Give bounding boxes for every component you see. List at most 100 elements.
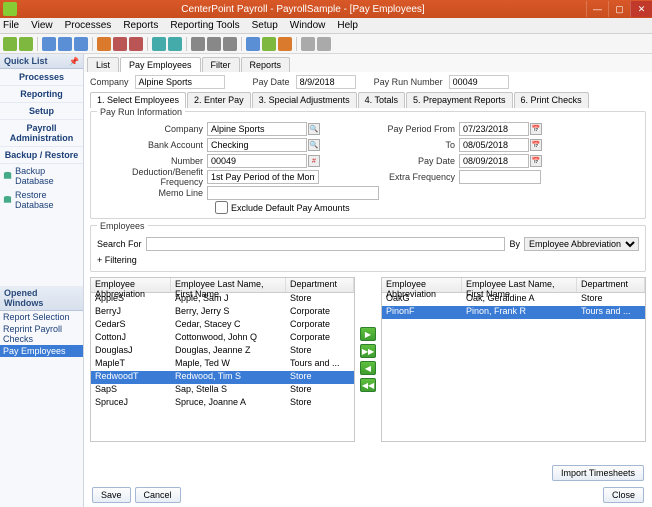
- lookup-icon[interactable]: 🔍: [308, 139, 320, 151]
- calendar-icon[interactable]: 📅: [530, 155, 542, 167]
- backup-database[interactable]: Backup Database: [0, 164, 83, 188]
- wiz-enter-pay[interactable]: 2. Enter Pay: [187, 92, 251, 108]
- table-row[interactable]: DouglasJDouglas, Jeanne ZStore: [91, 345, 354, 358]
- exclude-checkbox[interactable]: [215, 201, 228, 214]
- tab-filter[interactable]: Filter: [202, 57, 240, 72]
- memo-input[interactable]: [207, 186, 379, 200]
- bank-input[interactable]: [207, 138, 307, 152]
- paydate-input[interactable]: [459, 154, 529, 168]
- toolbar-icon[interactable]: [129, 37, 143, 51]
- col-name[interactable]: Employee Last Name, First Name: [171, 278, 286, 292]
- toolbar-icon[interactable]: [58, 37, 72, 51]
- table-row[interactable]: SapSSap, Stella SStore: [91, 384, 354, 397]
- wiz-select-employees[interactable]: 1. Select Employees: [90, 92, 186, 108]
- lookup-icon[interactable]: 🔍: [308, 123, 320, 135]
- toolbar-icon[interactable]: [42, 37, 56, 51]
- tab-list[interactable]: List: [87, 57, 119, 72]
- available-employees-table[interactable]: Employee Abbreviation Employee Last Name…: [90, 277, 355, 442]
- tab-reports[interactable]: Reports: [241, 57, 291, 72]
- opened-window-item[interactable]: Pay Employees: [0, 345, 83, 357]
- table-row[interactable]: AppleSApple, Sam JStore: [91, 293, 354, 306]
- menu-reporting-tools[interactable]: Reporting Tools: [170, 20, 239, 31]
- table-row[interactable]: RedwoodTRedwood, Tim SStore: [91, 371, 354, 384]
- menu-setup[interactable]: Setup: [252, 20, 278, 31]
- table-row[interactable]: MapleTMaple, Ted WTours and ...: [91, 358, 354, 371]
- by-select[interactable]: Employee Abbreviation: [524, 237, 639, 251]
- menu-view[interactable]: View: [31, 20, 53, 31]
- freq-input[interactable]: [207, 170, 319, 184]
- col-dept[interactable]: Department: [577, 278, 645, 292]
- wiz-prepayment-reports[interactable]: 5. Prepayment Reports: [406, 92, 513, 108]
- ql-backup-restore[interactable]: Backup / Restore: [0, 147, 83, 164]
- wiz-print-checks[interactable]: 6. Print Checks: [514, 92, 589, 108]
- to-label: To: [379, 140, 459, 150]
- cancel-button[interactable]: Cancel: [135, 487, 181, 503]
- opened-window-item[interactable]: Report Selection: [0, 311, 83, 323]
- menu-help[interactable]: Help: [337, 20, 358, 31]
- save-button[interactable]: Save: [92, 487, 131, 503]
- restore-database[interactable]: Restore Database: [0, 188, 83, 212]
- toolbar-icon[interactable]: [113, 37, 127, 51]
- wiz-special-adjustments[interactable]: 3. Special Adjustments: [252, 92, 357, 108]
- toolbar-icon[interactable]: [3, 37, 17, 51]
- wiz-totals[interactable]: 4. Totals: [358, 92, 405, 108]
- database-icon: [3, 171, 12, 181]
- menu-reports[interactable]: Reports: [123, 20, 158, 31]
- ql-processes[interactable]: Processes: [0, 69, 83, 86]
- table-row[interactable]: OakGOak, Geraldine AStore: [382, 293, 645, 306]
- search-input[interactable]: [146, 237, 506, 251]
- menu-window[interactable]: Window: [290, 20, 326, 31]
- window-title: CenterPoint Payroll - PayrollSample - [P…: [20, 4, 586, 15]
- table-row[interactable]: BerryJBerry, Jerry SCorporate: [91, 306, 354, 319]
- extra-input[interactable]: [459, 170, 541, 184]
- sequence-icon[interactable]: #: [308, 155, 320, 167]
- toolbar-icon[interactable]: [19, 37, 33, 51]
- ql-setup[interactable]: Setup: [0, 103, 83, 120]
- toolbar-icon[interactable]: [301, 37, 315, 51]
- move-right-button[interactable]: ▶: [360, 327, 376, 341]
- toolbar-icon[interactable]: [278, 37, 292, 51]
- pin-icon[interactable]: 📌: [69, 57, 79, 66]
- toolbar-icon[interactable]: [246, 37, 260, 51]
- close-content-button[interactable]: Close: [603, 487, 644, 503]
- maximize-button[interactable]: ▢: [608, 1, 630, 17]
- menu-file[interactable]: File: [3, 20, 19, 31]
- toolbar-icon[interactable]: [74, 37, 88, 51]
- period-to-input[interactable]: [459, 138, 529, 152]
- col-dept[interactable]: Department: [286, 278, 354, 292]
- table-row[interactable]: SpruceJSpruce, Joanne AStore: [91, 397, 354, 410]
- col-name[interactable]: Employee Last Name, First Name: [462, 278, 577, 292]
- menu-processes[interactable]: Processes: [65, 20, 112, 31]
- ql-reporting[interactable]: Reporting: [0, 86, 83, 103]
- import-timesheets-button[interactable]: Import Timesheets: [552, 465, 644, 481]
- minimize-button[interactable]: —: [586, 1, 608, 17]
- table-row[interactable]: PinonFPinon, Frank RTours and ...: [382, 306, 645, 319]
- move-all-right-button[interactable]: ▶▶: [360, 344, 376, 358]
- move-all-left-button[interactable]: ◀◀: [360, 378, 376, 392]
- toolbar-icon[interactable]: [97, 37, 111, 51]
- company-input[interactable]: [207, 122, 307, 136]
- toolbar-icon[interactable]: [207, 37, 221, 51]
- selected-employees-table[interactable]: Employee Abbreviation Employee Last Name…: [381, 277, 646, 442]
- calendar-icon[interactable]: 📅: [530, 123, 542, 135]
- table-row[interactable]: CottonJCottonwood, John QCorporate: [91, 332, 354, 345]
- app-icon: [3, 2, 17, 16]
- move-left-button[interactable]: ◀: [360, 361, 376, 375]
- toolbar-icon[interactable]: [223, 37, 237, 51]
- col-abbrev[interactable]: Employee Abbreviation: [91, 278, 171, 292]
- opened-window-item[interactable]: Reprint Payroll Checks: [0, 323, 83, 345]
- toolbar-icon[interactable]: [191, 37, 205, 51]
- toolbar-icon[interactable]: [168, 37, 182, 51]
- toolbar-icon[interactable]: [262, 37, 276, 51]
- close-button[interactable]: ✕: [630, 1, 652, 17]
- toolbar-icon[interactable]: [152, 37, 166, 51]
- toolbar-icon[interactable]: [317, 37, 331, 51]
- filtering-expander[interactable]: + Filtering: [97, 253, 639, 267]
- col-abbrev[interactable]: Employee Abbreviation: [382, 278, 462, 292]
- table-row[interactable]: CedarSCedar, Stacey CCorporate: [91, 319, 354, 332]
- tab-pay-employees[interactable]: Pay Employees: [120, 57, 201, 72]
- calendar-icon[interactable]: 📅: [530, 139, 542, 151]
- ql-payroll-admin[interactable]: Payroll Administration: [0, 120, 83, 147]
- period-from-input[interactable]: [459, 122, 529, 136]
- number-input[interactable]: [207, 154, 307, 168]
